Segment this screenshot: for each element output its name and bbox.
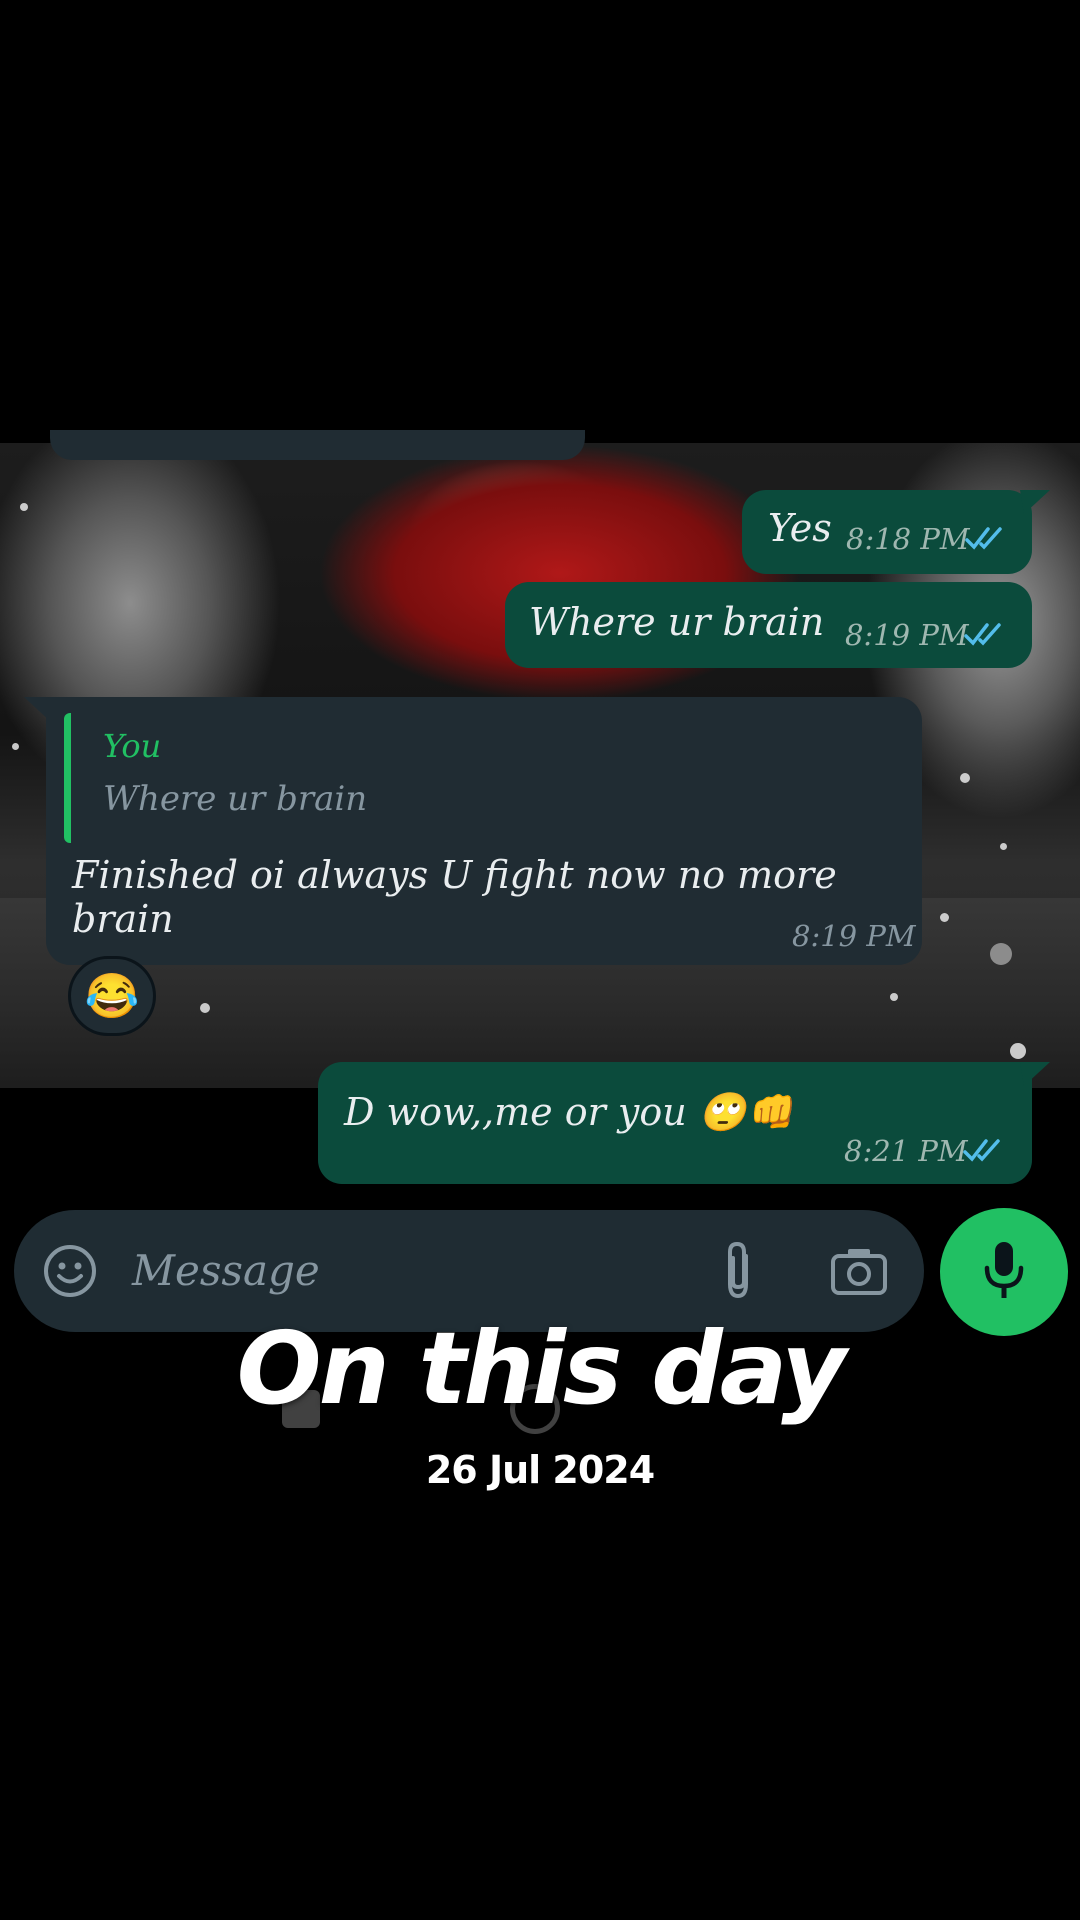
incoming-message[interactable]: You Where ur brain Finished oi always U … (46, 697, 922, 965)
snow-dot (1010, 1043, 1026, 1059)
partial-message-bubble[interactable] (50, 430, 585, 460)
message-text: Where ur brain (529, 600, 825, 644)
smiley-icon[interactable] (42, 1243, 98, 1299)
reply-author: You (103, 727, 162, 765)
outgoing-message[interactable]: Where ur brain 8:19 PM (505, 582, 1032, 668)
message-time: 8:19 PM (845, 618, 969, 652)
message-input[interactable]: Message (132, 1246, 320, 1295)
bubble-tail (1020, 490, 1050, 514)
message-text: D wow,,me or you 🙄👊 (344, 1090, 794, 1134)
snow-dot (960, 773, 970, 783)
double-check-icon (965, 527, 1002, 550)
screen: Yes 8:18 PM Where ur brain 8:19 PM You W… (0, 0, 1080, 1920)
message-text: Yes (768, 506, 832, 550)
message-time: 8:21 PM (844, 1134, 968, 1168)
double-check-icon (964, 623, 1001, 646)
bubble-tail (1020, 1062, 1050, 1086)
message-time: 8:18 PM (846, 522, 970, 556)
message-time: 8:19 PM (792, 919, 916, 953)
snow-dot (200, 1003, 210, 1013)
reaction-badge[interactable]: 😂 (68, 956, 156, 1036)
snow-dot (940, 913, 949, 922)
snow-dot (20, 503, 28, 511)
double-check-icon (963, 1139, 1000, 1162)
snow-dot (890, 993, 898, 1001)
memory-date: 26 Jul 2024 (425, 1448, 655, 1492)
quoted-reply[interactable]: You Where ur brain (64, 713, 891, 843)
paperclip-icon[interactable] (716, 1240, 760, 1302)
message-text-line-1: Finished oi always U fight now no more (72, 853, 837, 897)
message-text-line-2: brain (72, 897, 174, 941)
snow-dot (990, 943, 1012, 965)
camera-icon[interactable] (830, 1246, 888, 1296)
snow-dot (1000, 843, 1007, 850)
reply-text: Where ur brain (103, 779, 368, 819)
memory-title: On this day (236, 1310, 847, 1427)
outgoing-message[interactable]: D wow,,me or you 🙄👊 8:21 PM (318, 1062, 1032, 1184)
microphone-icon (984, 1242, 1024, 1298)
outgoing-message[interactable]: Yes 8:18 PM (742, 490, 1032, 574)
snow-dot (12, 743, 19, 750)
